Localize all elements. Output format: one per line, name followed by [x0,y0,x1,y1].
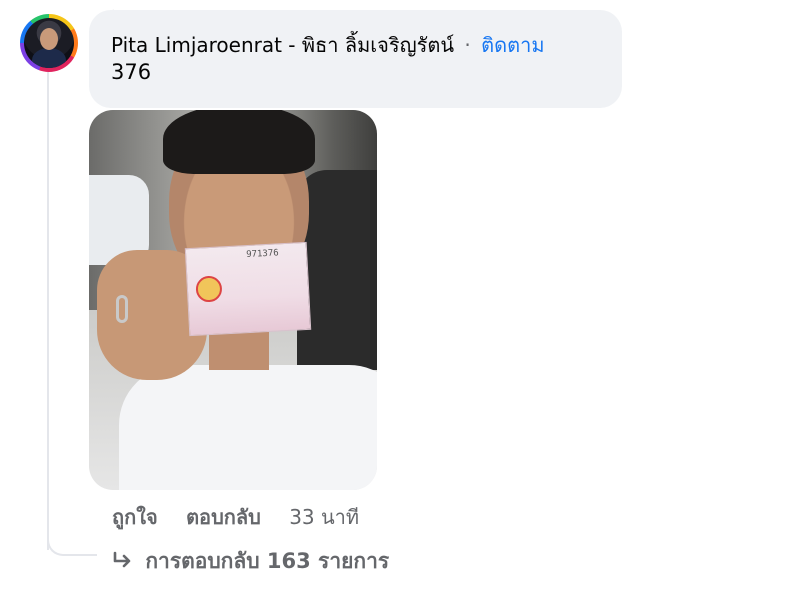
comment-photo[interactable]: 971376 [89,110,377,490]
comment-actions: ถูกใจ ตอบกลับ 33 นาที [112,503,359,531]
reply-arrow-icon [112,547,138,577]
author-avatar[interactable] [20,14,78,72]
comment-timestamp[interactable]: 33 นาที [289,505,359,529]
separator-dot: · [464,33,471,57]
avatar-photo [24,18,74,68]
view-replies-label: การตอบกลับ 163 รายการ [145,549,390,573]
comment-bubble: Pita Limjaroenrat - พิธา ลิ้มเจริญรัตน์ … [89,10,622,108]
author-name[interactable]: Pita Limjaroenrat - พิธา ลิ้มเจริญรัตน์ [111,33,454,57]
view-replies-link[interactable]: การตอบกลับ 163 รายการ [112,546,389,577]
comment-header: Pita Limjaroenrat - พิธา ลิ้มเจริญรัตน์ … [111,32,600,58]
follow-link[interactable]: ติดตาม [481,33,544,57]
comment-text: 376 [111,60,152,84]
like-button[interactable]: ถูกใจ [112,505,158,529]
ticket-number: 971376 [245,248,279,261]
reply-button[interactable]: ตอบกลับ [186,505,261,529]
thread-connector-curve [47,520,97,556]
thread-connector-line [47,72,49,550]
lottery-ticket: 971376 [184,241,312,337]
comment-thread: ุ Pita Limjaroenrat - พิธา ลิ้มเจริญรัตน… [0,0,800,591]
